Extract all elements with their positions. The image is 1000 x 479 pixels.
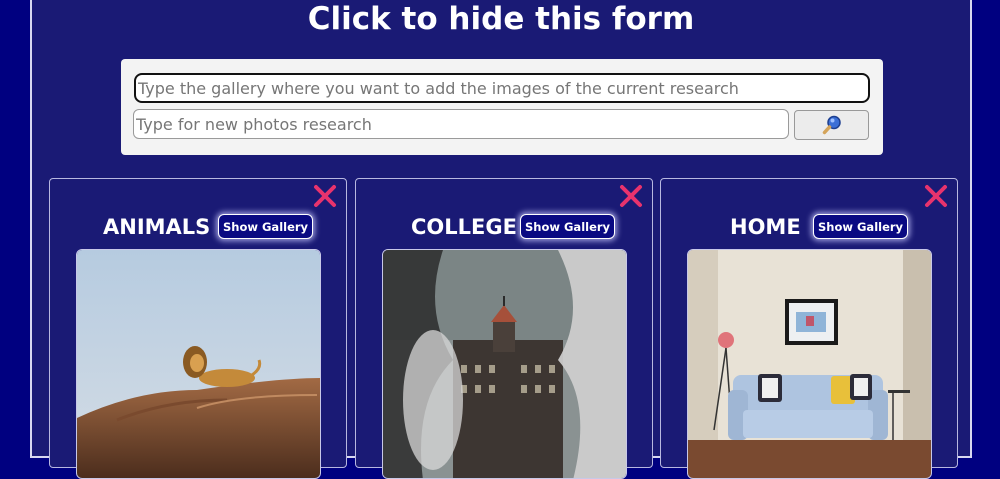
gallery-photo-college[interactable] <box>382 249 627 479</box>
show-gallery-button[interactable]: Show Gallery <box>813 214 909 239</box>
close-icon[interactable] <box>618 183 644 209</box>
card-title: ANIMALS <box>103 215 211 239</box>
main-panel: Click to hide this form ANIMALS Show Gal… <box>30 0 972 479</box>
show-gallery-button[interactable]: Show Gallery <box>520 214 616 239</box>
gallery-card-home: HOME Show Gallery <box>660 178 958 479</box>
magnifier-icon <box>822 115 841 135</box>
hide-form-title[interactable]: Click to hide this form <box>32 1 970 37</box>
show-gallery-button[interactable]: Show Gallery <box>218 214 314 239</box>
photo-search-input[interactable] <box>133 109 789 139</box>
card-title: HOME <box>730 215 801 239</box>
gallery-photo-home[interactable] <box>687 249 932 479</box>
close-icon[interactable] <box>923 183 949 209</box>
gallery-photo-lion[interactable] <box>76 249 321 479</box>
close-icon[interactable] <box>312 183 338 209</box>
search-form <box>121 59 883 155</box>
gallery-name-input[interactable] <box>134 73 870 103</box>
card-title: COLLEGE <box>411 215 517 239</box>
search-button[interactable] <box>794 110 869 140</box>
gallery-card-college: COLLEGE Show Gallery <box>355 178 653 479</box>
gallery-card-animals: ANIMALS Show Gallery <box>49 178 347 479</box>
